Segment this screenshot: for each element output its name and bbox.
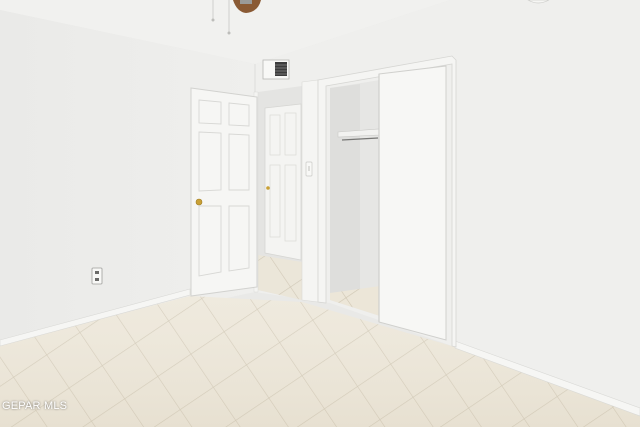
light-switch-icon[interactable] <box>305 161 313 177</box>
door-knob-icon[interactable] <box>195 198 203 206</box>
bedroom-photo: GEPAR MLS <box>0 0 640 427</box>
closet-sliding-door[interactable] <box>378 65 447 341</box>
electrical-outlet-icon <box>91 267 103 285</box>
room-illustration <box>0 0 640 427</box>
air-vent-icon <box>262 59 290 80</box>
mls-watermark: GEPAR MLS <box>2 400 68 412</box>
door-knob-icon <box>266 186 270 190</box>
hallway-door <box>264 103 302 261</box>
bedroom-door[interactable] <box>190 87 258 297</box>
